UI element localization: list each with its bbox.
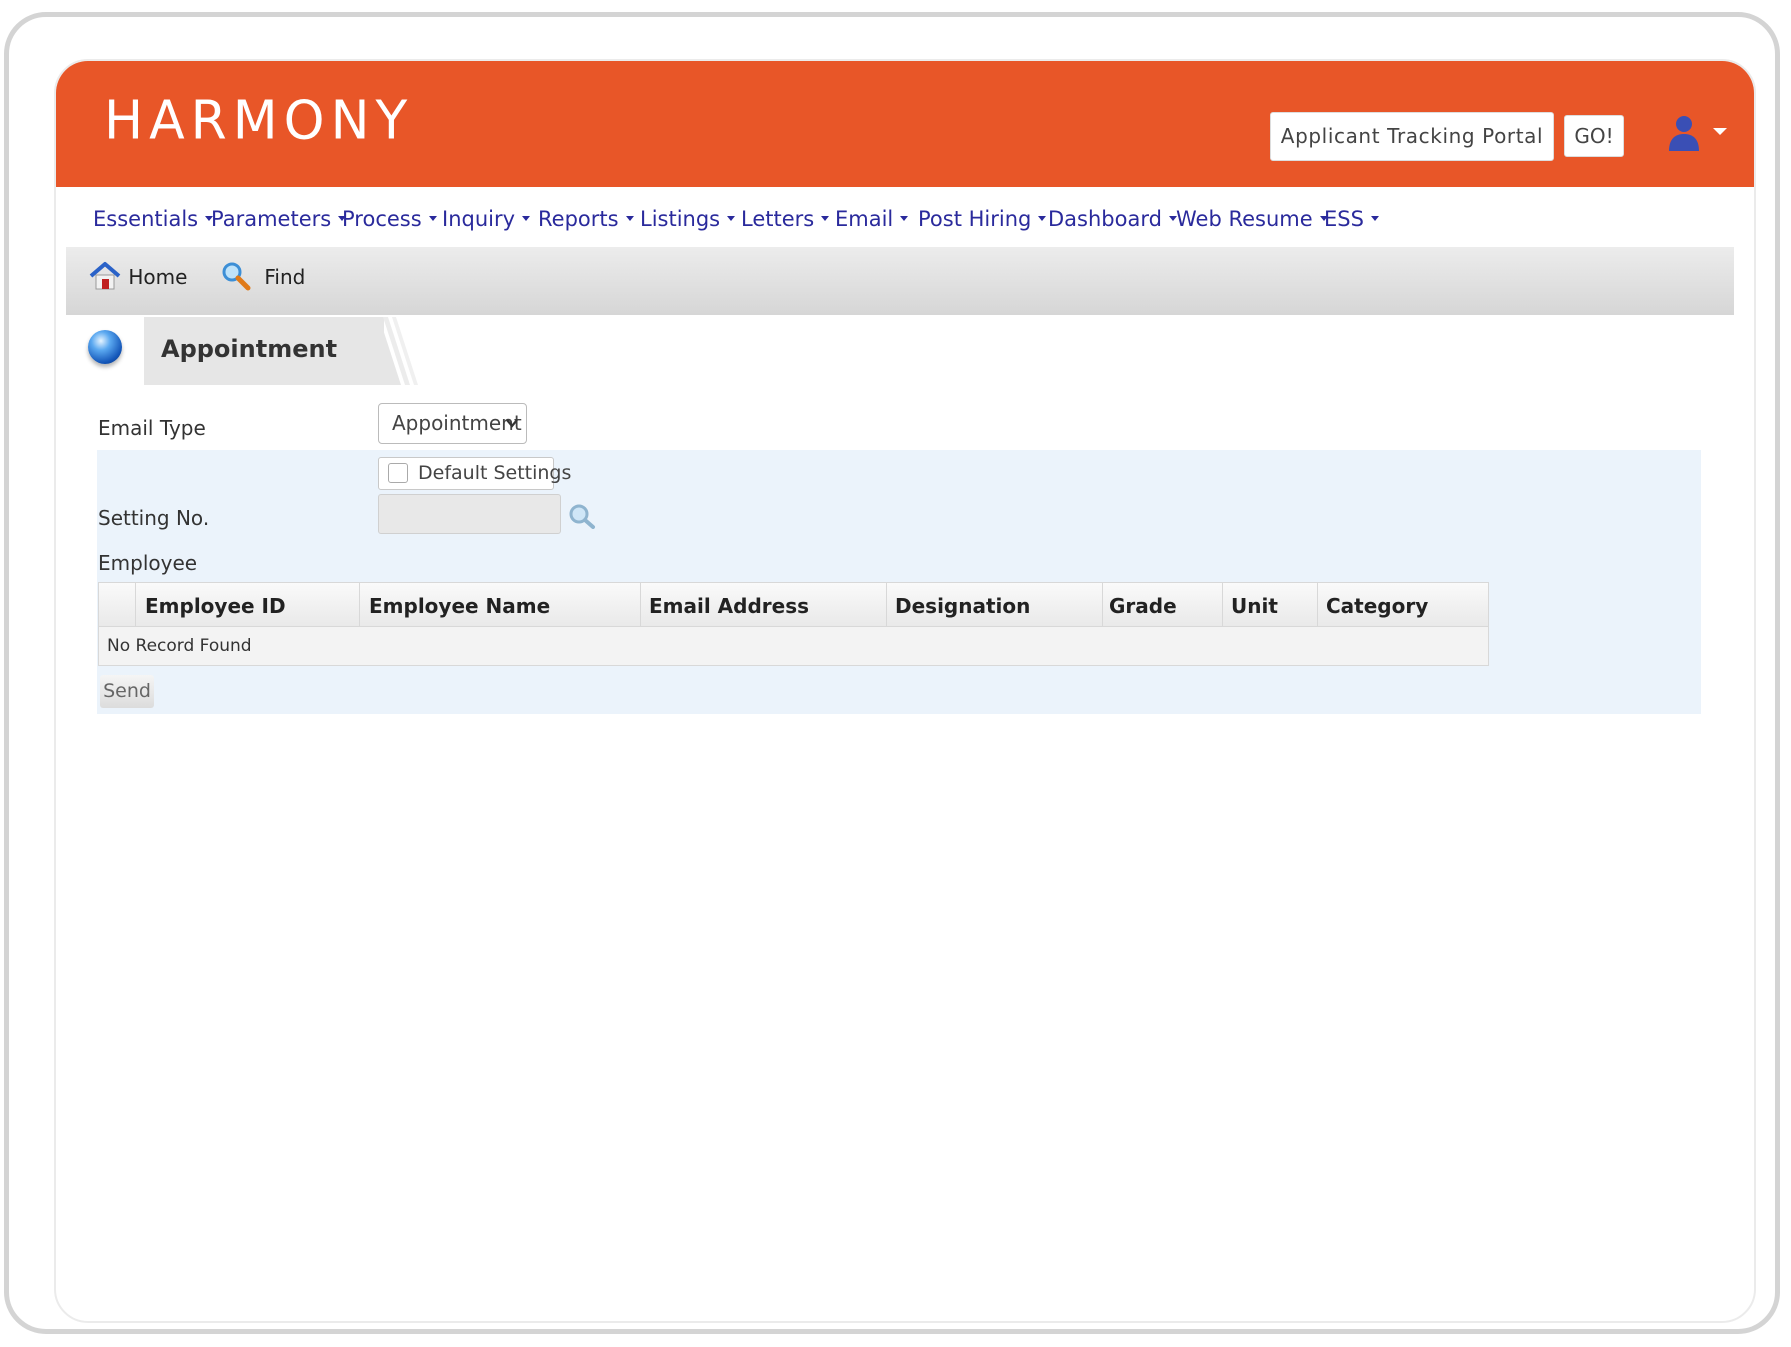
device-frame: HARMONY Applicant Tracking Portal GO! Es… xyxy=(4,12,1780,1334)
find-button[interactable]: Find xyxy=(220,262,305,291)
column-separator xyxy=(1222,583,1223,626)
grid-header: Employee ID Employee Name Email Address … xyxy=(99,583,1488,627)
toolbar: Home Find xyxy=(66,247,1734,315)
column-separator xyxy=(1317,583,1318,626)
globe-icon xyxy=(88,330,122,364)
menu-parameters[interactable]: Parameters xyxy=(211,207,347,231)
column-separator xyxy=(359,583,360,626)
chevron-down-icon xyxy=(506,419,518,428)
page-title-band: Appointment xyxy=(66,317,421,385)
menu-dashboard[interactable]: Dashboard xyxy=(1048,207,1177,231)
menu-listings[interactable]: Listings xyxy=(640,207,736,231)
menu-reports[interactable]: Reports xyxy=(538,207,634,231)
caret-down-icon xyxy=(625,215,634,221)
lookup-search-icon[interactable] xyxy=(568,503,596,529)
column-separator xyxy=(1102,583,1103,626)
column-grade[interactable]: Grade xyxy=(1109,594,1177,618)
column-separator xyxy=(640,583,641,626)
menu-post-hiring[interactable]: Post Hiring xyxy=(918,207,1047,231)
caret-down-icon xyxy=(522,215,531,221)
default-settings-label: Default Settings xyxy=(418,462,572,484)
employee-grid: Employee ID Employee Name Email Address … xyxy=(98,582,1489,666)
user-menu-caret-icon[interactable] xyxy=(1713,128,1727,135)
menu-essentials[interactable]: Essentials xyxy=(93,207,214,231)
column-unit[interactable]: Unit xyxy=(1231,594,1278,618)
default-settings-option[interactable]: Default Settings xyxy=(378,457,571,490)
home-button[interactable]: Home xyxy=(88,261,187,291)
menu-process[interactable]: Process xyxy=(342,207,437,231)
go-button[interactable]: GO! xyxy=(1564,115,1624,157)
caret-down-icon xyxy=(1370,215,1379,221)
caret-down-icon xyxy=(821,215,830,221)
app-header: HARMONY Applicant Tracking Portal GO! xyxy=(56,61,1754,187)
menu-letters[interactable]: Letters xyxy=(741,207,830,231)
user-icon[interactable] xyxy=(1668,115,1700,151)
caret-down-icon xyxy=(1038,215,1047,221)
menu-web-resume[interactable]: Web Resume xyxy=(1176,207,1328,231)
menu-inquiry[interactable]: Inquiry xyxy=(442,207,531,231)
send-button[interactable]: Send xyxy=(100,675,154,708)
default-settings-checkbox[interactable] xyxy=(388,463,408,483)
applicant-tracking-portal-field[interactable]: Applicant Tracking Portal xyxy=(1270,112,1554,161)
title-stripes xyxy=(361,317,418,385)
employee-label: Employee xyxy=(98,551,198,575)
caret-down-icon xyxy=(727,215,736,221)
main-menu: Essentials Parameters Process Inquiry Re… xyxy=(56,187,1754,253)
home-icon xyxy=(89,261,121,289)
email-type-label: Email Type xyxy=(98,416,206,440)
column-designation[interactable]: Designation xyxy=(895,594,1030,618)
page-title: Appointment xyxy=(161,335,338,363)
caret-down-icon xyxy=(900,215,909,221)
setting-no-label: Setting No. xyxy=(98,506,210,530)
caret-down-icon xyxy=(428,215,437,221)
column-employee-name[interactable]: Employee Name xyxy=(369,594,550,618)
column-employee-id[interactable]: Employee ID xyxy=(145,594,286,618)
column-email-address[interactable]: Email Address xyxy=(649,594,809,618)
email-type-value: Appointment xyxy=(392,411,522,435)
empty-message: No Record Found xyxy=(107,636,252,656)
column-separator xyxy=(135,583,136,626)
harmony-logo: HARMONY xyxy=(104,90,414,152)
menu-ess[interactable]: ESS xyxy=(1324,207,1379,231)
setting-no-input[interactable] xyxy=(378,494,561,534)
find-icon xyxy=(222,262,251,290)
column-category[interactable]: Category xyxy=(1326,594,1428,618)
email-type-select[interactable]: Appointment xyxy=(378,403,527,444)
menu-email[interactable]: Email xyxy=(835,207,909,231)
column-separator xyxy=(886,583,887,626)
app-window: HARMONY Applicant Tracking Portal GO! Es… xyxy=(54,59,1756,1323)
